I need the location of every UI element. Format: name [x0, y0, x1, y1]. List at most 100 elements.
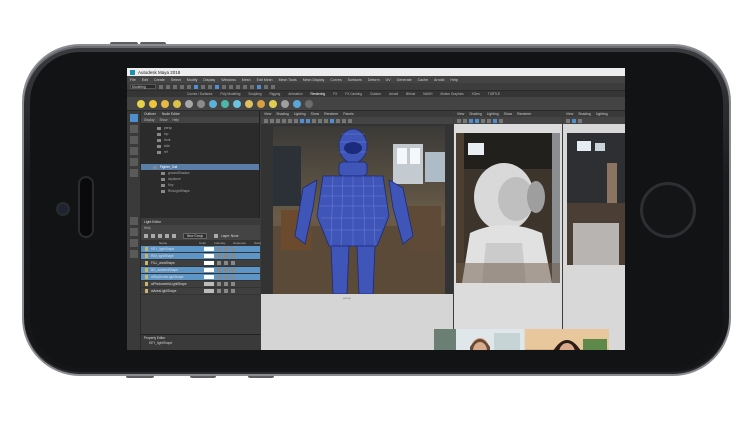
samples-field[interactable]	[231, 261, 235, 265]
layout-four-icon[interactable]	[130, 228, 138, 236]
render-settings-icon[interactable]	[250, 84, 254, 89]
paint-select-tool-icon[interactable]	[130, 136, 138, 144]
directional-light-icon[interactable]	[185, 99, 193, 108]
viewport-menu-item[interactable]: Shading	[578, 112, 590, 116]
menu-item[interactable]: Surfaces	[348, 78, 362, 82]
menu-item[interactable]: File	[130, 78, 136, 82]
outliner-menu-item[interactable]: Display	[144, 118, 154, 122]
home-button[interactable]	[640, 182, 696, 238]
exposure-field[interactable]	[224, 282, 228, 286]
menu-item[interactable]: Cache	[418, 78, 428, 82]
shelf-tab[interactable]: Rigging	[270, 92, 281, 96]
property-editor-value[interactable]: KEY_lightShape	[141, 341, 260, 345]
shelf-tab[interactable]: FX Caching	[345, 92, 362, 96]
shelf-tab[interactable]: TURTLE	[488, 92, 500, 96]
shelf-tab[interactable]: FX	[333, 92, 337, 96]
attribute-editor-icon[interactable]	[264, 84, 268, 89]
viewport-persp[interactable]: View Shading Lighting Show Renderer Pane…	[261, 111, 453, 350]
shelf-tab[interactable]: Custom	[370, 92, 381, 96]
intensity-field[interactable]	[217, 254, 221, 258]
render-sequence-icon[interactable]	[281, 99, 289, 108]
light-color-swatch[interactable]	[204, 289, 214, 293]
viewport-grid-canvas[interactable]	[261, 294, 453, 350]
spot-light-icon[interactable]	[151, 233, 155, 238]
material-icon[interactable]	[221, 99, 229, 108]
menu-item[interactable]: Edit Mesh	[257, 78, 273, 82]
light-toggle-icon[interactable]	[145, 275, 148, 279]
select-tool-icon[interactable]	[130, 114, 138, 122]
select-camera-icon[interactable]	[264, 118, 268, 123]
light-color-swatch[interactable]	[204, 268, 214, 272]
viewport-menu-item[interactable]: Renderer	[517, 112, 531, 116]
rotate-tool-icon[interactable]	[130, 158, 138, 166]
viewport-menu-item[interactable]: Lighting	[487, 112, 499, 116]
shelf-tab[interactable]: Sculpting	[248, 92, 261, 96]
new-group-button[interactable]: New Group	[183, 232, 208, 239]
tab-outliner[interactable]: Outliner	[144, 112, 156, 116]
intensity-field[interactable]	[217, 275, 221, 279]
viewport-menu-item[interactable]: Panels	[343, 112, 353, 116]
snap-point-icon[interactable]	[229, 84, 233, 89]
render-layer-icon[interactable]	[257, 99, 265, 108]
viewport-side[interactable]: View Shading Lighting	[563, 111, 625, 350]
textured-icon[interactable]	[481, 118, 485, 123]
hypershade-icon[interactable]	[245, 99, 253, 108]
hud-icon[interactable]	[348, 118, 352, 123]
samples-field[interactable]	[231, 247, 235, 251]
menu-item[interactable]: Display	[203, 78, 215, 82]
video-call-tile-1[interactable]	[434, 329, 524, 350]
light-toggle-icon[interactable]	[145, 247, 148, 251]
intensity-field[interactable]	[217, 268, 221, 272]
light-row[interactable]: RIM_lightShape	[141, 253, 260, 260]
image-plane-icon[interactable]	[282, 118, 286, 123]
light-toggle-icon[interactable]	[145, 254, 148, 258]
lasso-tool-icon[interactable]	[130, 125, 138, 133]
light-editor-menu-item[interactable]: Help	[144, 226, 151, 230]
light-row[interactable]: aiPhotometricLightShape	[141, 281, 260, 288]
redo-icon[interactable]	[187, 84, 191, 89]
menu-item[interactable]: UV	[386, 78, 391, 82]
light-editor-icon[interactable]	[269, 99, 277, 108]
light-color-swatch[interactable]	[204, 247, 214, 251]
shadows-icon[interactable]	[324, 118, 328, 123]
snap-curve-icon[interactable]	[222, 84, 226, 89]
sky-light-icon[interactable]	[165, 233, 169, 238]
light-row[interactable]: BG_ambientShape	[141, 267, 260, 274]
shelf-tab[interactable]: Poly Modeling	[220, 92, 240, 96]
viewport-menu-item[interactable]: View	[264, 112, 271, 116]
viewport-menu-item[interactable]: Shading	[276, 112, 288, 116]
move-tool-icon[interactable]	[130, 147, 138, 155]
shelf-tab[interactable]: Arnold	[389, 92, 398, 96]
samples-field[interactable]	[231, 282, 235, 286]
exposure-field[interactable]	[224, 254, 228, 258]
tab-node-editor[interactable]: Node Editor	[162, 112, 180, 116]
viewport-menu-item[interactable]: Shading	[469, 112, 481, 116]
menu-item[interactable]: Deform	[368, 78, 380, 82]
column-header[interactable]: Name	[159, 241, 167, 245]
xray-icon[interactable]	[342, 118, 346, 123]
intensity-field[interactable]	[217, 282, 221, 286]
render-icon[interactable]	[236, 84, 240, 89]
shelf-tab[interactable]: Curves / Surfaces	[187, 92, 212, 96]
light-row[interactable]: KEY_lightShape	[141, 246, 260, 253]
light-color-swatch[interactable]	[204, 275, 214, 279]
create-light-icon[interactable]	[144, 233, 148, 238]
menu-item[interactable]: Curves	[330, 78, 341, 82]
shelf-tab[interactable]: MASH	[423, 92, 432, 96]
samples-field[interactable]	[231, 289, 235, 293]
select-by-object-icon[interactable]	[201, 84, 205, 89]
light-color-swatch[interactable]	[204, 261, 214, 265]
wireframe-icon[interactable]	[572, 118, 576, 123]
undo-icon[interactable]	[180, 84, 184, 89]
lock-camera-icon[interactable]	[463, 118, 467, 123]
light-row[interactable]: aiAreaLightShape	[141, 288, 260, 295]
outliner-menu-item[interactable]: Help	[172, 118, 179, 122]
light-toggle-icon[interactable]	[145, 268, 148, 272]
grid-icon[interactable]	[288, 118, 292, 123]
texture-icon[interactable]	[293, 99, 301, 108]
lights-icon[interactable]	[318, 118, 322, 123]
open-scene-icon[interactable]	[166, 84, 170, 89]
outliner-layout-icon[interactable]	[130, 250, 138, 258]
light-color-swatch[interactable]	[204, 254, 214, 258]
menu-item[interactable]: Arnold	[434, 78, 444, 82]
